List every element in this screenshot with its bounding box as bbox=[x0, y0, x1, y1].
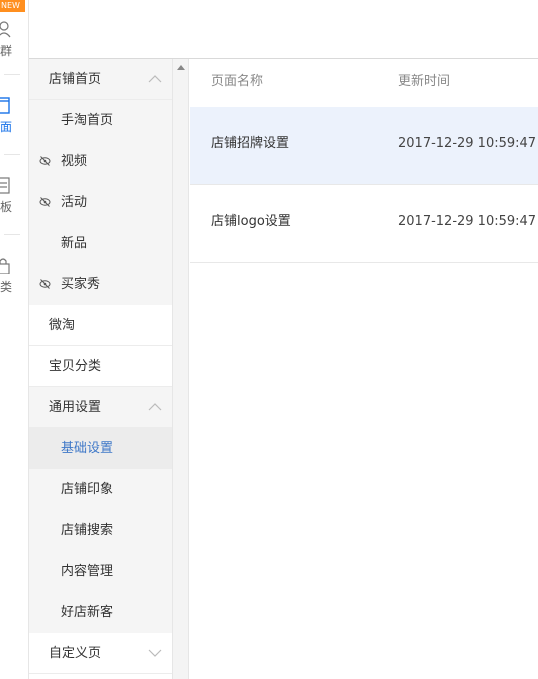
nav-item-content-management[interactable]: 内容管理 bbox=[29, 551, 172, 592]
table-row[interactable]: 店铺招牌设置 2017-12-29 10:59:47 bbox=[190, 107, 538, 185]
nav-label: 店铺首页 bbox=[49, 72, 102, 87]
eye-off-icon bbox=[39, 156, 51, 166]
nav-item-item-category[interactable]: 宝贝分类 bbox=[29, 346, 172, 387]
nav-label: 宝贝分类 bbox=[49, 359, 102, 374]
eye-off-icon bbox=[39, 197, 51, 207]
nav-label: 手淘首页 bbox=[61, 113, 114, 128]
nav-label: 内容管理 bbox=[61, 564, 114, 579]
nav-item-activity[interactable]: 活动 bbox=[29, 182, 172, 223]
page-name-cell[interactable]: 店铺logo设置 bbox=[211, 185, 291, 259]
eye-off-icon bbox=[39, 279, 51, 289]
nav-group-custom-pages[interactable]: 自定义页 bbox=[29, 633, 172, 674]
page-table: 页面名称 更新时间 店铺招牌设置 2017-12-29 10:59:47 店铺l… bbox=[190, 59, 538, 263]
nav-label: 视频 bbox=[61, 154, 88, 169]
user-icon bbox=[0, 21, 11, 38]
nav-group-general-settings[interactable]: 通用设置 bbox=[29, 387, 172, 428]
page-icon bbox=[0, 97, 10, 114]
table-row[interactable]: 店铺logo设置 2017-12-29 10:59:47 bbox=[190, 185, 538, 263]
rail-label-group: 群 bbox=[0, 44, 13, 58]
update-time-cell: 2017-12-29 10:59:47 bbox=[398, 214, 537, 229]
icon-rail: NEW 群 面 板 类 bbox=[0, 0, 29, 679]
chevron-down-icon bbox=[148, 649, 162, 657]
nav-label: 活动 bbox=[61, 195, 88, 210]
rail-item-template[interactable]: 板 bbox=[0, 164, 28, 244]
nav-label: 好店新客 bbox=[61, 605, 114, 620]
page-name-cell[interactable]: 店铺招牌设置 bbox=[211, 107, 289, 181]
rail-label-page: 面 bbox=[0, 120, 13, 134]
chevron-up-icon bbox=[148, 403, 162, 411]
page-nav: 店铺首页 手淘首页 视频 活动 新品 买家秀 微淘 宝贝分类 通用设置 基础设置… bbox=[29, 59, 172, 679]
nav-label: 自定义页 bbox=[49, 646, 102, 661]
update-time-cell: 2017-12-29 10:59:47 bbox=[398, 136, 537, 151]
nav-label: 店铺搜索 bbox=[61, 523, 114, 538]
rail-divider bbox=[4, 154, 20, 155]
top-bar bbox=[29, 0, 538, 59]
nav-label: 新品 bbox=[61, 236, 88, 251]
table-header: 页面名称 更新时间 bbox=[190, 59, 538, 107]
nav-label: 店铺印象 bbox=[61, 482, 114, 497]
column-header-time: 更新时间 bbox=[398, 74, 451, 89]
rail-divider bbox=[4, 234, 20, 235]
rail-label-template: 板 bbox=[0, 200, 13, 214]
scroll-up-arrow-icon[interactable] bbox=[177, 65, 185, 70]
nav-label: 买家秀 bbox=[61, 277, 101, 292]
rail-divider bbox=[4, 74, 20, 75]
rail-label-category: 类 bbox=[0, 280, 13, 294]
nav-item-buyer-show[interactable]: 买家秀 bbox=[29, 264, 172, 305]
nav-item-mobile-home[interactable]: 手淘首页 bbox=[29, 100, 172, 141]
nav-scrollbar[interactable] bbox=[172, 59, 189, 679]
template-icon bbox=[0, 177, 10, 194]
nav-item-shop-impression[interactable]: 店铺印象 bbox=[29, 469, 172, 510]
nav-item-basic-settings[interactable]: 基础设置 bbox=[29, 428, 172, 469]
chevron-up-icon bbox=[148, 75, 162, 83]
nav-item-video[interactable]: 视频 bbox=[29, 141, 172, 182]
column-header-name: 页面名称 bbox=[211, 74, 264, 89]
nav-label: 通用设置 bbox=[49, 400, 102, 415]
nav-label: 微淘 bbox=[49, 318, 76, 333]
rail-item-page[interactable]: 面 bbox=[0, 84, 28, 164]
nav-group-shop-home[interactable]: 店铺首页 bbox=[29, 59, 172, 100]
nav-item-new-products[interactable]: 新品 bbox=[29, 223, 172, 264]
nav-item-good-shop-new-customers[interactable]: 好店新客 bbox=[29, 592, 172, 633]
rail-item-group[interactable]: 群 bbox=[0, 8, 28, 88]
nav-item-weitao[interactable]: 微淘 bbox=[29, 305, 172, 346]
nav-item-shop-search[interactable]: 店铺搜索 bbox=[29, 510, 172, 551]
bag-icon bbox=[0, 258, 10, 274]
nav-label: 基础设置 bbox=[61, 441, 114, 456]
rail-item-category[interactable]: 类 bbox=[0, 244, 28, 324]
